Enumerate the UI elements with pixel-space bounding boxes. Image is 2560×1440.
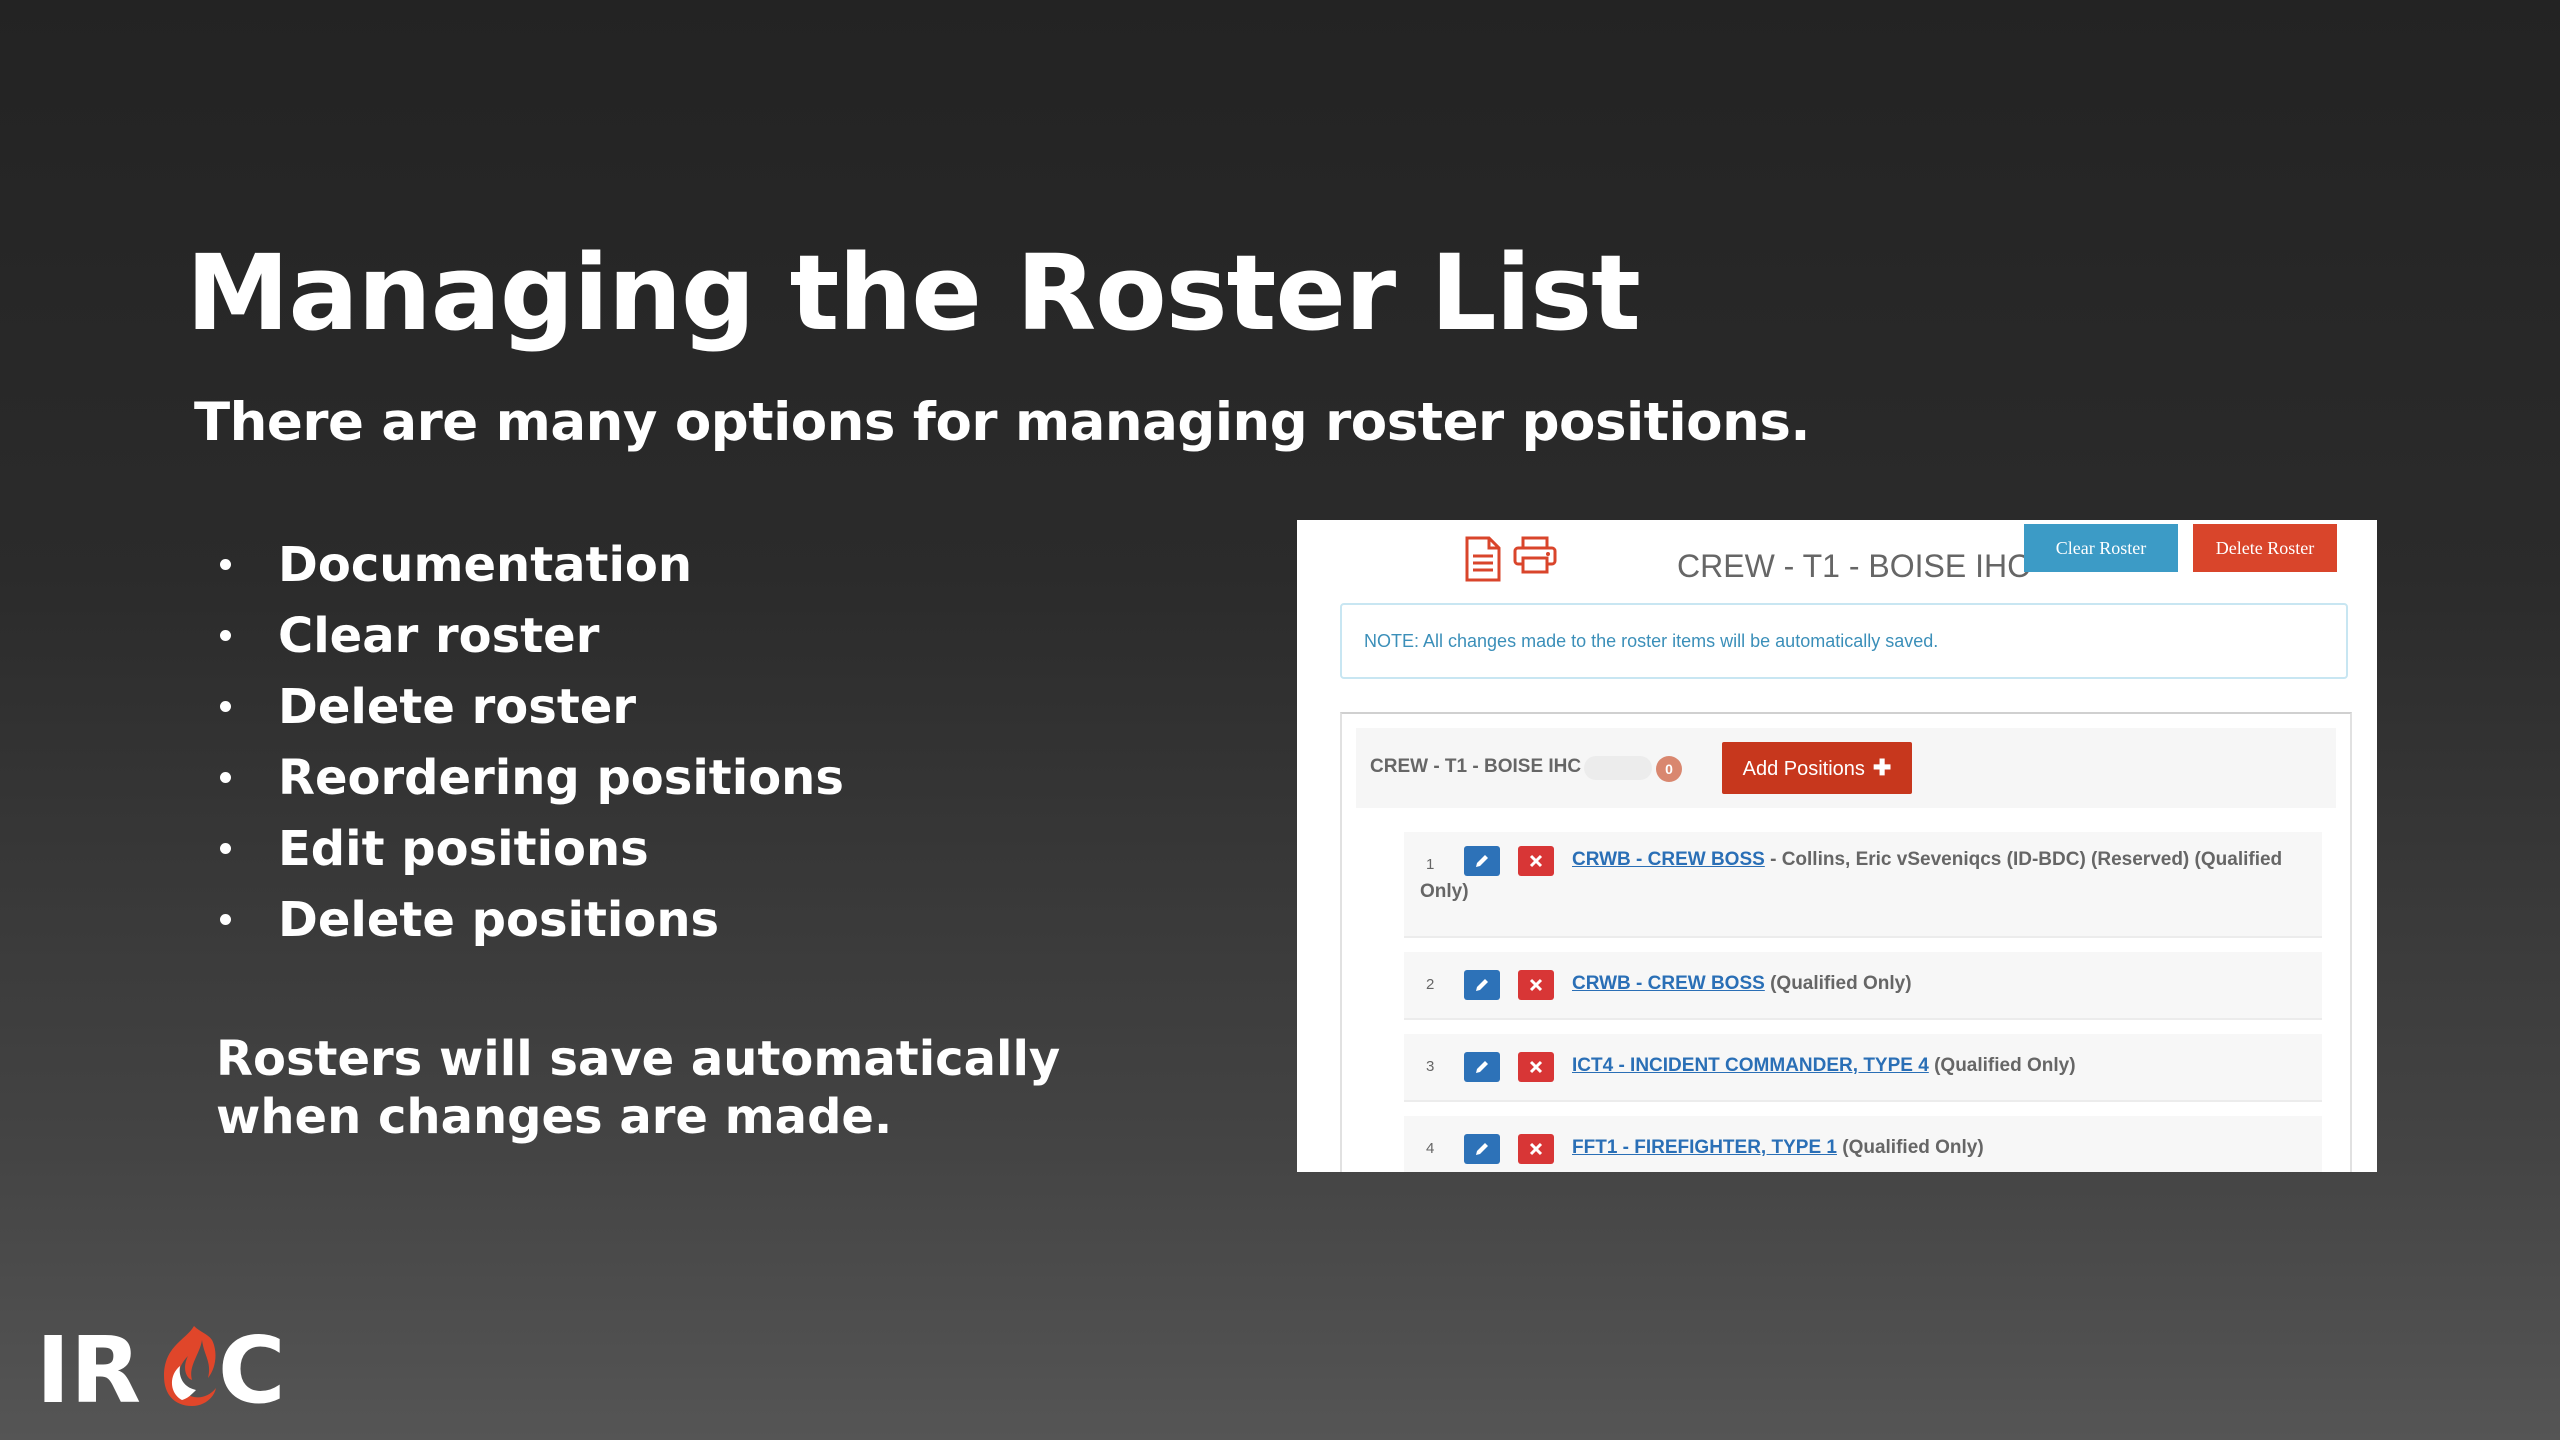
- plus-icon: ✚: [1872, 755, 1892, 780]
- group-title: CREW - T1 - BOISE IHC: [1370, 756, 1582, 777]
- document-icon[interactable]: [1463, 536, 1503, 582]
- bullet-item: Edit positions: [210, 814, 844, 885]
- bullet-dot-icon: [220, 630, 231, 641]
- autosave-note: Rosters will save automatically when cha…: [216, 1031, 1061, 1145]
- slide-title: Managing the Roster List: [186, 232, 1641, 354]
- bullet-dot-icon: [220, 701, 231, 712]
- x-icon[interactable]: [1518, 1052, 1554, 1082]
- row-text: FFT1 - FIREFIGHTER, TYPE 1 (Qualified On…: [1572, 1132, 1984, 1164]
- bullet-text: Reordering positions: [278, 750, 844, 806]
- logo-text-left: IR: [36, 1317, 141, 1416]
- roster-position-row[interactable]: 2 CRWB - CREW BOSS (Qualified Only): [1404, 952, 2322, 1020]
- bullet-dot-icon: [220, 772, 231, 783]
- bullet-text: Edit positions: [278, 821, 649, 877]
- add-positions-button[interactable]: Add Positions ✚: [1722, 742, 1912, 794]
- add-positions-label: Add Positions: [1742, 758, 1865, 780]
- position-link[interactable]: FFT1 - FIREFIGHTER, TYPE 1: [1572, 1137, 1837, 1158]
- roster-position-row[interactable]: 4 FFT1 - FIREFIGHTER, TYPE 1 (Qualified …: [1404, 1116, 2322, 1172]
- position-detail: (Qualified Only): [1928, 1055, 2076, 1076]
- iroc-logo: IR C: [36, 1296, 286, 1424]
- position-link[interactable]: CRWB - CREW BOSS: [1572, 973, 1765, 994]
- flame-icon: [164, 1326, 216, 1406]
- group-header: CREW - T1 - BOISE IHC 0 Add Positions ✚: [1356, 728, 2336, 808]
- panel-toolbar-icons: [1463, 536, 1557, 582]
- position-detail-wrap: Only): [1420, 881, 1469, 902]
- slide-subtitle: There are many options for managing rost…: [194, 392, 1811, 453]
- row-text: CRWB - CREW BOSS - Collins, Eric vSeveni…: [1420, 844, 2283, 902]
- count-badge: 0: [1656, 756, 1682, 782]
- bullet-dot-icon: [220, 559, 231, 570]
- bullet-item: Clear roster: [210, 601, 844, 672]
- pencil-icon[interactable]: [1464, 1134, 1500, 1164]
- pencil-icon[interactable]: [1464, 970, 1500, 1000]
- position-detail: (Qualified Only): [1764, 973, 1912, 994]
- bullet-list: Documentation Clear roster Delete roster…: [210, 530, 844, 956]
- roster-position-row[interactable]: 1 CRWB - CREW BOSS - Collins, Eric vSeve…: [1404, 832, 2322, 938]
- bullet-item: Documentation: [210, 530, 844, 601]
- position-link[interactable]: CRWB - CREW BOSS: [1572, 849, 1765, 870]
- pencil-icon[interactable]: [1464, 846, 1500, 876]
- bullet-text: Delete roster: [278, 679, 637, 735]
- x-icon[interactable]: [1518, 970, 1554, 1000]
- row-text: ICT4 - INCIDENT COMMANDER, TYPE 4 (Quali…: [1572, 1050, 2076, 1082]
- row-number: 4: [1426, 1140, 1435, 1157]
- clear-roster-button[interactable]: Clear Roster: [2024, 524, 2178, 572]
- autosave-info-note: NOTE: All changes made to the roster ite…: [1340, 603, 2348, 679]
- delete-roster-button[interactable]: Delete Roster: [2193, 524, 2337, 572]
- x-icon[interactable]: [1518, 1134, 1554, 1164]
- roster-group: CREW - T1 - BOISE IHC 0 Add Positions ✚ 1…: [1340, 712, 2352, 1172]
- pencil-icon[interactable]: [1464, 1052, 1500, 1082]
- row-number: 3: [1426, 1058, 1435, 1075]
- position-link[interactable]: ICT4 - INCIDENT COMMANDER, TYPE 4: [1572, 1055, 1929, 1076]
- row-text: CRWB - CREW BOSS (Qualified Only): [1572, 968, 1912, 1000]
- position-detail: - Collins, Eric vSeveniqcs (ID-BDC) (Res…: [1764, 849, 2283, 870]
- bullet-item: Reordering positions: [210, 743, 844, 814]
- roster-position-row[interactable]: 3 ICT4 - INCIDENT COMMANDER, TYPE 4 (Qua…: [1404, 1034, 2322, 1102]
- logo-text-right: C: [218, 1317, 286, 1416]
- count-pill: [1584, 756, 1652, 780]
- row-number: 2: [1426, 976, 1435, 993]
- row-number: 1: [1426, 856, 1435, 873]
- bullet-text: Clear roster: [278, 608, 600, 664]
- bullet-dot-icon: [220, 843, 231, 854]
- bullet-text: Documentation: [278, 537, 693, 593]
- position-detail: (Qualified Only): [1836, 1137, 1984, 1158]
- bullet-dot-icon: [220, 914, 231, 925]
- printer-icon[interactable]: [1513, 536, 1557, 582]
- roster-screenshot: CREW - T1 - BOISE IHC Clear Roster Delet…: [1297, 520, 2377, 1172]
- bullet-text: Delete positions: [278, 892, 720, 948]
- x-icon[interactable]: [1518, 846, 1554, 876]
- bullet-item: Delete positions: [210, 885, 844, 956]
- bullet-item: Delete roster: [210, 672, 844, 743]
- roster-title: CREW - T1 - BOISE IHC: [1677, 548, 2031, 584]
